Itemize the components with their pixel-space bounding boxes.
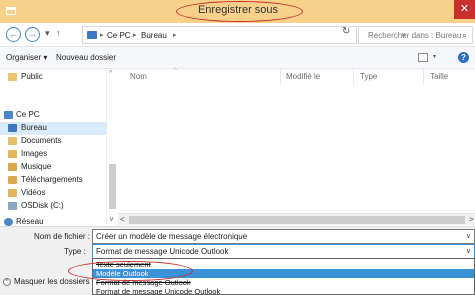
- window-icon: [6, 7, 16, 15]
- filename-value: Créer un modèle de message électronique: [96, 232, 248, 241]
- type-select[interactable]: Format de message Unicode Outlook ∨: [92, 244, 475, 259]
- sidebar-item-label: Vidéos: [21, 188, 46, 197]
- column-header-type[interactable]: Type: [360, 72, 377, 81]
- horizontal-scroll-thumb[interactable]: [129, 216, 465, 224]
- search-placeholder: Rechercher dans : Bureau: [368, 31, 462, 40]
- view-dropdown-icon[interactable]: ▾: [433, 53, 436, 60]
- column-header-modified[interactable]: Modifié le: [286, 72, 320, 81]
- sidebar-item-label: Public: [21, 72, 43, 81]
- sidebar-item-label: Images: [21, 149, 48, 158]
- horizontal-scrollbar[interactable]: < >: [118, 213, 475, 225]
- view-options-icon[interactable]: [418, 53, 428, 62]
- collapse-icon[interactable]: ^: [3, 278, 11, 286]
- organize-menu-button[interactable]: Organiser ▾: [6, 53, 47, 62]
- sidebar-item-public[interactable]: Public: [0, 71, 106, 84]
- music-icon: [8, 163, 17, 171]
- navigation-bar: ← → ▾ ↑ ▸ Ce PC ▸ Bureau ▸ ∨ ↻ Recherche…: [0, 23, 475, 47]
- type-selected-value: Format de message Unicode Outlook: [96, 247, 229, 256]
- computer-icon: [4, 111, 13, 119]
- back-arrow-icon[interactable]: ←: [6, 27, 21, 42]
- desktop-folder-icon: [8, 124, 17, 132]
- scroll-down-icon[interactable]: ∨: [109, 215, 114, 223]
- sidebar-item-musique[interactable]: Musique: [0, 161, 106, 174]
- sidebar-item-label: Musique: [21, 162, 52, 171]
- column-label: Nom: [130, 72, 147, 81]
- filename-field[interactable]: Créer un modèle de message électronique …: [92, 229, 475, 244]
- breadcrumb-ce-pc[interactable]: Ce PC: [107, 31, 131, 40]
- sidebar-item-telechargements[interactable]: Téléchargements: [0, 174, 106, 187]
- scroll-left-icon[interactable]: <: [120, 215, 125, 224]
- drive-icon: [8, 202, 17, 210]
- hide-folders-label: Masquer les dossiers: [14, 277, 90, 286]
- sidebar-item-images[interactable]: Images: [0, 148, 106, 161]
- sidebar-item-bureau[interactable]: Bureau: [0, 122, 106, 135]
- scroll-up-icon[interactable]: ^: [109, 70, 112, 77]
- search-icon[interactable]: ⌕: [462, 30, 467, 41]
- title-bar: Enregistrer sous ✕: [0, 0, 475, 23]
- breadcrumb-separator-icon: ▸: [100, 32, 104, 39]
- sidebar-scrollbar[interactable]: ^ ∨: [106, 69, 117, 226]
- command-toolbar: Organiser ▾ Nouveau dossier ▾ ?: [0, 47, 475, 69]
- documents-icon: [8, 137, 17, 145]
- up-arrow-icon[interactable]: ↑: [56, 28, 61, 38]
- sidebar-item-videos[interactable]: Vidéos: [0, 187, 106, 200]
- column-header-size[interactable]: Taille: [430, 72, 448, 81]
- sidebar-item-label: Réseau: [16, 217, 44, 226]
- close-button[interactable]: ✕: [454, 0, 475, 19]
- filename-label: Nom de fichier :: [34, 232, 91, 241]
- navigation-pane: Public Ce PC Bureau Documents Images Mus…: [0, 69, 118, 226]
- sidebar-item-label: Documents: [21, 136, 62, 145]
- images-icon: [8, 150, 17, 158]
- type-label: Type :: [64, 247, 86, 256]
- downloads-icon: [8, 176, 17, 184]
- column-divider[interactable]: [353, 69, 354, 85]
- column-header-name[interactable]: Nom: [130, 72, 147, 81]
- sidebar-scroll-thumb[interactable]: [109, 164, 116, 209]
- column-divider[interactable]: [423, 69, 424, 85]
- filename-dropdown-icon[interactable]: ∨: [466, 232, 471, 240]
- breadcrumb-separator-icon: ▸: [173, 32, 177, 39]
- search-input[interactable]: Rechercher dans : Bureau ⌕: [358, 26, 473, 44]
- file-list: Nom ^ Modifié le Type Taille < >: [118, 68, 475, 226]
- column-divider[interactable]: [280, 69, 281, 85]
- breadcrumb-separator-icon: ▸: [133, 32, 137, 39]
- title-annotation-circle: [176, 1, 303, 22]
- recent-locations-dropdown-icon[interactable]: ▾: [45, 28, 50, 39]
- sidebar-item-documents[interactable]: Documents: [0, 135, 106, 148]
- scroll-right-icon[interactable]: >: [469, 215, 474, 224]
- breadcrumb-bureau[interactable]: Bureau: [141, 31, 167, 40]
- refresh-icon[interactable]: ↻: [342, 26, 350, 37]
- location-folder-icon: [87, 31, 97, 39]
- forward-arrow-icon[interactable]: →: [25, 27, 40, 42]
- videos-icon: [8, 189, 17, 197]
- sidebar-item-ce-pc[interactable]: Ce PC: [0, 109, 106, 122]
- sidebar-item-label: Bureau: [21, 123, 47, 132]
- help-icon[interactable]: ?: [458, 52, 469, 63]
- sidebar-item-label: OSDisk (C:): [21, 201, 64, 210]
- sidebar-item-label: Téléchargements: [21, 175, 83, 184]
- folder-icon: [8, 73, 17, 81]
- sidebar-item-label: Ce PC: [16, 110, 40, 119]
- new-folder-button[interactable]: Nouveau dossier: [56, 53, 116, 62]
- sort-arrow-icon: ^: [174, 68, 177, 74]
- address-bar[interactable]: ▸ Ce PC ▸ Bureau ▸ ∨: [82, 26, 406, 44]
- type-dropdown-icon[interactable]: ∨: [466, 247, 471, 255]
- sidebar-item-osdisk[interactable]: OSDisk (C:): [0, 200, 106, 213]
- type-option-unicode-outlook-message[interactable]: Format de message Unicode Outlook: [93, 287, 474, 294]
- option-annotation-circle: [68, 261, 193, 281]
- network-icon: [4, 218, 13, 226]
